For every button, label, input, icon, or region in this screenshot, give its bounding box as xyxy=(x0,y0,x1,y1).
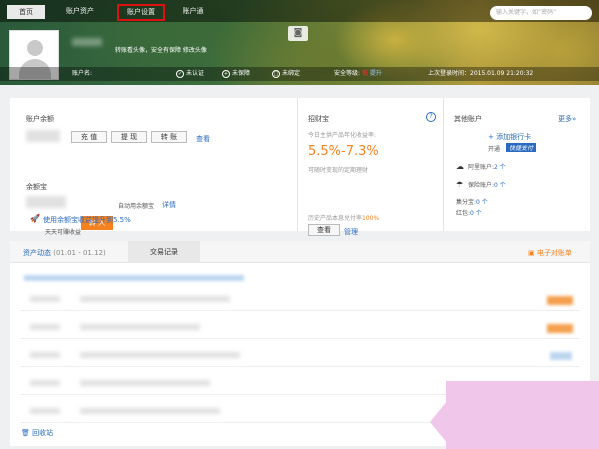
yuebao-detail-link[interactable]: 详情 xyxy=(162,200,176,210)
balance-amount xyxy=(26,130,60,142)
ebill-link[interactable]: ▣ 电子对账单 xyxy=(528,248,572,258)
daily-earn: 天天可赚收益 xyxy=(45,229,82,236)
last-login: 上次登录时间：2015.01.09 21:20:32 xyxy=(428,70,534,77)
yuebao-title: 余额宝 xyxy=(26,183,47,191)
verify-status[interactable]: ✓ 未认证 xyxy=(176,67,204,81)
nav-account-tong[interactable]: 账户通 xyxy=(168,0,218,22)
search-input[interactable]: 输入关键字，如“密码” xyxy=(490,6,592,20)
zhaocai-desc: 今日主供产品年化收益率: xyxy=(308,132,377,139)
help-icon[interactable]: ? xyxy=(426,112,436,122)
more-link[interactable]: 更多» xyxy=(558,114,576,124)
auto-yuebao[interactable]: 自动用余额宝 xyxy=(118,201,154,210)
recharge-button[interactable]: 充 值 xyxy=(71,131,107,143)
cloud-icon: ☁ xyxy=(456,162,464,171)
security-level: 安全等级: 低 提升 xyxy=(334,70,382,77)
zhaocai-title: 招财宝 xyxy=(308,115,329,123)
top-nav: 首页 账户资产 账户设置 账户通 输入关键字，如“密码” xyxy=(0,0,599,22)
open-label: 开通 xyxy=(488,146,501,153)
phone-icon: □ xyxy=(272,69,280,78)
account-overview-card: 账户余额 充 值 提 现 转 账 查看 余额宝 转 入 自动用余额宝 详情 使用… xyxy=(10,98,590,236)
tab-trade-records[interactable]: 交易记录 xyxy=(128,241,200,263)
nav-account-settings[interactable]: 账户设置 xyxy=(117,4,165,21)
overlay-block xyxy=(446,381,599,449)
tab-bar: 资产动态 (01.01 - 01.12) 交易记录 ▣ 电子对账单 xyxy=(10,241,590,263)
table-row[interactable] xyxy=(20,289,580,311)
trash-icon: 🗑 xyxy=(21,429,30,437)
header-banner: 首页 账户资产 账户设置 账户通 输入关键字，如“密码” ◙ 转账看头像，安全有… xyxy=(0,0,599,85)
quick-pay-badge[interactable]: 快捷支付 xyxy=(506,143,537,152)
yuebao-tip[interactable]: 使用余额宝收益提升到5.5% xyxy=(43,215,131,225)
bind-status[interactable]: □ 未绑定 xyxy=(272,67,300,81)
ebill-icon: ▣ xyxy=(528,249,535,257)
nav-account-assets[interactable]: 账户资产 xyxy=(53,0,107,22)
protect-status[interactable]: + 未保障 xyxy=(222,67,250,81)
hongbao: 红包:0 个 xyxy=(456,210,482,217)
verify-icon: ✓ xyxy=(176,69,184,78)
zhaocai-note: 可随时变现的定期理财 xyxy=(308,167,369,174)
camera-icon[interactable]: ◙ xyxy=(288,26,308,41)
jifenbao: 集分宝:0 个 xyxy=(456,199,488,206)
zhaocai-rate: 5.5%-7.3% xyxy=(308,144,379,159)
table-row[interactable] xyxy=(20,317,580,339)
add-bank-card[interactable]: + 添加银行卡 xyxy=(488,132,531,142)
filter-links[interactable] xyxy=(24,275,244,281)
zhaocai-manage-link[interactable]: 管理 xyxy=(344,227,358,237)
account-info-bar: 账户名: ✓ 未认证 + 未保障 □ 未绑定 安全等级: 低 提升 上次登录时间：20… xyxy=(0,67,599,81)
other-accounts-title: 其他账户 xyxy=(454,115,482,123)
nav-home[interactable]: 首页 xyxy=(7,5,45,19)
table-row[interactable] xyxy=(20,345,580,367)
withdraw-button[interactable]: 提 现 xyxy=(111,131,147,143)
rocket-icon: 🚀 xyxy=(30,214,40,223)
upgrade-link[interactable]: 提升 xyxy=(370,70,382,77)
history-rate: 历史产品本息兑付率100% xyxy=(308,215,380,222)
balance-title: 账户余额 xyxy=(26,115,54,123)
balance-view-link[interactable]: 查看 xyxy=(196,134,210,144)
umbrella-icon: ☂ xyxy=(456,180,464,189)
insurance-account: 保险账户:0 个 xyxy=(468,182,506,189)
avatar-slogan[interactable]: 转账看头像，安全有保障 修改头像 xyxy=(115,45,207,54)
blurred-username xyxy=(72,38,102,46)
account-name-label: 账户名: xyxy=(72,70,93,77)
transfer-button[interactable]: 转 账 xyxy=(151,131,187,143)
yuebao-amount xyxy=(26,196,66,208)
tab-asset-trend[interactable]: 资产动态 (01.01 - 01.12) xyxy=(23,248,106,258)
alipay-account: 阿里账户:2 个 xyxy=(468,164,506,171)
zhaocai-view-button[interactable]: 查看 xyxy=(308,224,340,236)
recycle-bin-link[interactable]: 🗑 回收站 xyxy=(21,428,53,438)
shield-icon: + xyxy=(222,69,230,78)
